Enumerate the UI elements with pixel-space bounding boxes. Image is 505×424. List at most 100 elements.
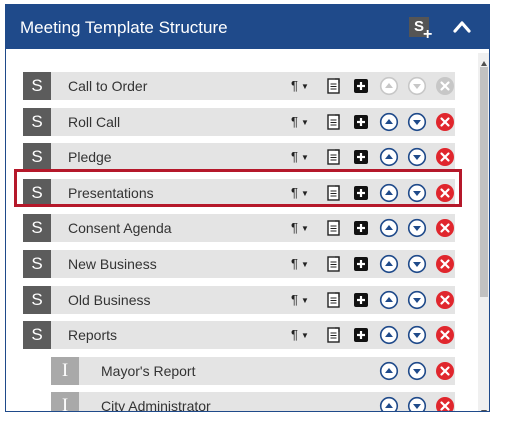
move-up-button[interactable]: [379, 147, 399, 167]
item-row[interactable]: I City Administrator: [51, 392, 455, 412]
move-up-button[interactable]: [379, 218, 399, 238]
paragraph-format-dropdown[interactable]: ¶ ▼: [291, 326, 315, 344]
panel-header: Meeting Template Structure S +: [6, 5, 489, 49]
delete-button[interactable]: [435, 361, 455, 381]
move-down-button[interactable]: [407, 290, 427, 310]
delete-button[interactable]: [435, 396, 455, 411]
chevron-down-icon: ▼: [300, 188, 309, 198]
add-item-button[interactable]: [351, 290, 371, 310]
section-row[interactable]: S New Business ¶ ▼: [23, 250, 455, 278]
add-section-plus-icon: +: [423, 26, 433, 43]
move-down-button[interactable]: [407, 147, 427, 167]
add-section-button[interactable]: S +: [409, 17, 435, 43]
document-icon[interactable]: [324, 183, 344, 203]
delete-button[interactable]: [435, 290, 455, 310]
vertical-scrollbar[interactable]: [478, 53, 489, 411]
move-up-button[interactable]: [379, 254, 399, 274]
paragraph-format-dropdown[interactable]: ¶ ▼: [291, 77, 315, 95]
add-item-button[interactable]: [351, 147, 371, 167]
move-down-button[interactable]: [407, 254, 427, 274]
move-up-button[interactable]: [379, 112, 399, 132]
structure-list: S Call to Order ¶ ▼ S Roll Call ¶ ▼ S Pledge ¶ ▼ S Pr…: [6, 49, 472, 411]
paragraph-icon: ¶: [291, 292, 298, 307]
section-row[interactable]: S Call to Order ¶ ▼: [23, 72, 455, 100]
move-up-button[interactable]: [379, 290, 399, 310]
chevron-down-icon: ▼: [300, 295, 309, 305]
move-down-button[interactable]: [407, 325, 427, 345]
chevron-up-icon: [453, 21, 471, 33]
section-row[interactable]: S Reports ¶ ▼: [23, 321, 455, 349]
chevron-down-icon: ▼: [300, 81, 309, 91]
row-label: Mayor's Report: [101, 363, 196, 379]
section-badge-icon: S: [23, 179, 51, 207]
add-item-button[interactable]: [351, 183, 371, 203]
add-item-button[interactable]: [351, 112, 371, 132]
section-row[interactable]: S Presentations ¶ ▼: [23, 179, 455, 207]
delete-button[interactable]: [435, 183, 455, 203]
document-icon[interactable]: [324, 290, 344, 310]
scroll-thumb[interactable]: [480, 67, 488, 297]
add-item-button[interactable]: [351, 254, 371, 274]
delete-button: [435, 76, 455, 96]
move-up-button[interactable]: [379, 183, 399, 203]
row-label: Presentations: [68, 185, 154, 201]
document-icon[interactable]: [324, 325, 344, 345]
chevron-down-icon: ▼: [300, 330, 309, 340]
paragraph-icon: ¶: [291, 78, 298, 93]
move-down-button: [407, 76, 427, 96]
move-up-button[interactable]: [379, 325, 399, 345]
scroll-down-arrow-icon[interactable]: [480, 403, 488, 411]
move-down-button[interactable]: [407, 112, 427, 132]
add-item-button[interactable]: [351, 325, 371, 345]
delete-button[interactable]: [435, 254, 455, 274]
document-icon[interactable]: [324, 218, 344, 238]
section-row[interactable]: S Pledge ¶ ▼: [23, 143, 455, 171]
chevron-down-icon: ▼: [300, 223, 309, 233]
section-badge-icon: S: [23, 143, 51, 171]
section-row[interactable]: S Consent Agenda ¶ ▼: [23, 214, 455, 242]
document-icon[interactable]: [324, 254, 344, 274]
move-up-button[interactable]: [379, 396, 399, 411]
section-badge-icon: S: [23, 72, 51, 100]
paragraph-format-dropdown[interactable]: ¶ ▼: [291, 219, 315, 237]
section-row[interactable]: S Roll Call ¶ ▼: [23, 108, 455, 136]
row-label: Pledge: [68, 149, 112, 165]
paragraph-format-dropdown[interactable]: ¶ ▼: [291, 148, 315, 166]
delete-button[interactable]: [435, 112, 455, 132]
paragraph-format-dropdown[interactable]: ¶ ▼: [291, 113, 315, 131]
section-row[interactable]: S Old Business ¶ ▼: [23, 286, 455, 314]
row-label: City Administrator: [101, 398, 211, 412]
paragraph-icon: ¶: [291, 185, 298, 200]
paragraph-icon: ¶: [291, 220, 298, 235]
row-label: Call to Order: [68, 78, 148, 94]
collapse-button[interactable]: [452, 19, 472, 35]
item-badge-icon: I: [51, 357, 79, 385]
paragraph-icon: ¶: [291, 327, 298, 342]
document-icon[interactable]: [324, 147, 344, 167]
item-row[interactable]: I Mayor's Report: [51, 357, 455, 385]
row-label: New Business: [68, 256, 157, 272]
delete-button[interactable]: [435, 147, 455, 167]
chevron-down-icon: ▼: [300, 117, 309, 127]
move-down-button[interactable]: [407, 183, 427, 203]
delete-button[interactable]: [435, 325, 455, 345]
paragraph-format-dropdown[interactable]: ¶ ▼: [291, 255, 315, 273]
add-item-button[interactable]: [351, 218, 371, 238]
chevron-down-icon: ▼: [300, 259, 309, 269]
delete-button[interactable]: [435, 218, 455, 238]
chevron-down-icon: ▼: [300, 152, 309, 162]
scroll-up-arrow-icon[interactable]: [480, 55, 488, 66]
move-down-button[interactable]: [407, 361, 427, 381]
paragraph-format-dropdown[interactable]: ¶ ▼: [291, 184, 315, 202]
paragraph-icon: ¶: [291, 114, 298, 129]
section-badge-icon: S: [23, 286, 51, 314]
move-down-button[interactable]: [407, 218, 427, 238]
add-item-button[interactable]: [351, 76, 371, 96]
section-badge-icon: S: [23, 108, 51, 136]
document-icon[interactable]: [324, 76, 344, 96]
paragraph-format-dropdown[interactable]: ¶ ▼: [291, 291, 315, 309]
document-icon[interactable]: [324, 112, 344, 132]
panel-title: Meeting Template Structure: [20, 18, 228, 37]
move-down-button[interactable]: [407, 396, 427, 411]
move-up-button[interactable]: [379, 361, 399, 381]
